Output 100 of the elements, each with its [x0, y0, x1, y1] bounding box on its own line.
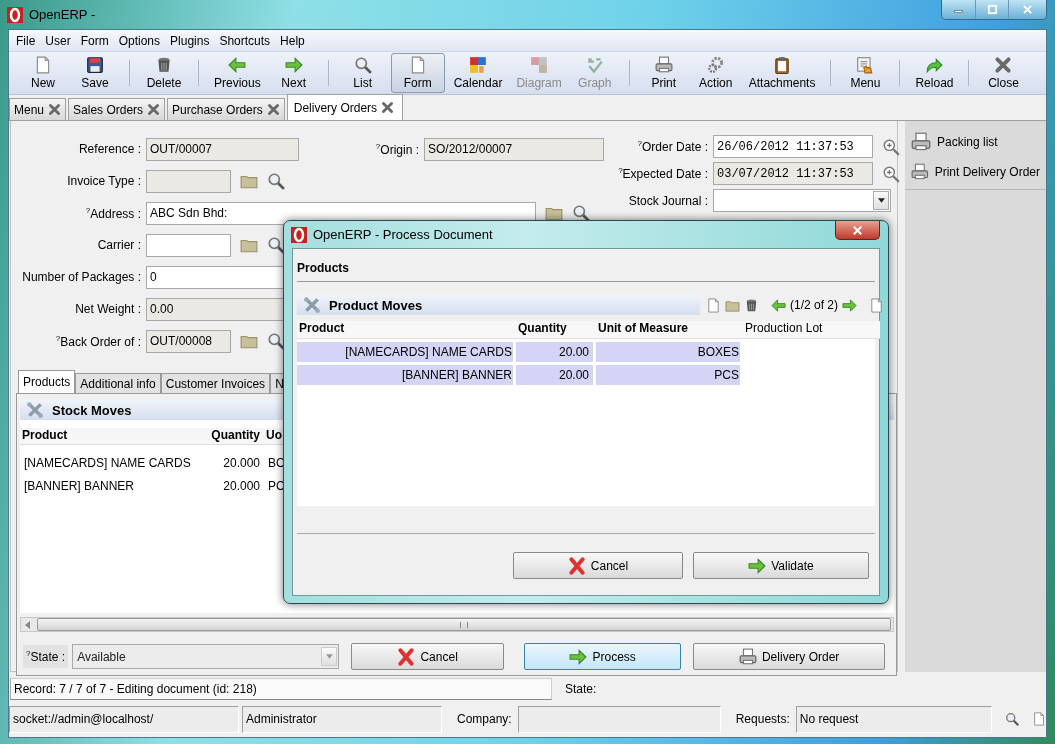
document-icon: [1031, 710, 1046, 728]
menu-item[interactable]: Form: [75, 33, 114, 48]
tab-label[interactable]: Menu: [14, 102, 45, 117]
trash-can-icon: [744, 297, 759, 313]
left-arrow-icon: [228, 56, 247, 74]
field-label: $^{?}$Address :: [84, 205, 142, 221]
cancel-button[interactable]: Cancel: [513, 552, 683, 579]
date-field[interactable]: 26/06/2012 11:37:53: [713, 135, 873, 158]
tab[interactable]: Products: [18, 370, 76, 393]
validate-button[interactable]: Validate: [693, 552, 869, 579]
graph-icon: [585, 56, 604, 74]
table-cell: [NAMECARDS] NAME CARDS: [297, 342, 513, 362]
column-header[interactable]: Product: [297, 321, 516, 339]
column-header[interactable]: Product: [20, 428, 188, 445]
printer-icon: [654, 56, 673, 74]
tab[interactable]: Customer Invoices: [160, 373, 271, 393]
close-icon: [852, 224, 863, 236]
tab[interactable]: Purchase Orders: [167, 98, 285, 120]
menu-item[interactable]: File: [11, 33, 41, 48]
toolbar-button[interactable]: New: [17, 52, 69, 94]
dialog-title: OpenERP - Process Document: [313, 227, 493, 242]
right-arrow-icon: [284, 56, 303, 74]
close-button[interactable]: [835, 221, 880, 240]
menu-item[interactable]: User: [40, 33, 76, 48]
dropdown-field[interactable]: Available: [72, 644, 340, 669]
dropdown-arrow-icon: [877, 198, 885, 203]
column-header[interactable]: Quantity: [188, 428, 264, 445]
printer-icon: [911, 132, 931, 152]
field-label: Reference :: [77, 142, 142, 156]
tools-icon: [26, 401, 44, 419]
clipboard-icon: [773, 56, 792, 74]
toolbar-button[interactable]: Print: [637, 52, 690, 94]
table-cell: 20.00: [516, 342, 593, 362]
right-arrow-icon: [569, 647, 588, 666]
menu-item[interactable]: Options: [113, 33, 166, 48]
toolbar-button[interactable]: Attachments: [741, 52, 823, 94]
table-cell-text: [BANNER] BANNER: [23, 477, 136, 495]
date-field[interactable]: 03/07/2012 11:37:53: [713, 162, 873, 185]
minimize-button[interactable]: [942, 0, 975, 19]
input-field[interactable]: OUT/00008: [146, 329, 231, 353]
field-label: Stock Journal :: [627, 193, 709, 208]
table-cell: [BANNER] BANNER: [297, 365, 513, 385]
delivery-order-button[interactable]: Delivery Order: [693, 643, 886, 670]
sidebar-action[interactable]: Packing list: [905, 127, 1046, 157]
cross-icon: [567, 556, 586, 575]
menu-item[interactable]: Shortcuts: [214, 33, 276, 48]
close-icon: [48, 103, 62, 116]
dropdown-field[interactable]: [713, 189, 891, 212]
input-field[interactable]: OUT/00007: [146, 137, 299, 161]
tab[interactable]: Menu: [9, 98, 67, 120]
tab[interactable]: Additional info: [75, 373, 161, 393]
app-logo-icon: [291, 226, 307, 243]
close-icon: [1022, 4, 1033, 15]
column-header[interactable]: Unit of Measure: [596, 321, 743, 339]
menu-item[interactable]: Plugins: [165, 33, 215, 48]
section-title: Products: [297, 261, 350, 275]
field-label: Invoice Type :: [66, 174, 142, 188]
toolbar-button[interactable]: Action: [689, 52, 742, 94]
right-arrow-icon: [748, 556, 767, 575]
tab-label[interactable]: Purchase Orders: [172, 102, 263, 117]
toolbar-button[interactable]: Menu: [839, 52, 892, 94]
gears-icon: [706, 56, 725, 74]
process-button[interactable]: Process: [524, 643, 682, 670]
toolbar-button[interactable]: Next: [267, 52, 320, 94]
tab-label[interactable]: Delivery Orders: [293, 100, 378, 115]
table-cell-text: 20.000: [222, 477, 261, 495]
toolbar-button[interactable]: Calendar: [446, 52, 510, 94]
input-field[interactable]: [146, 169, 231, 193]
toolbar-button[interactable]: Save: [69, 52, 121, 94]
list-title: Stock Moves: [52, 402, 132, 418]
field-label: $^{?}$Expected Date :: [617, 166, 709, 181]
toolbar-button[interactable]: List: [336, 52, 389, 94]
new-record-icon: [706, 297, 721, 313]
printer-icon: [738, 647, 757, 666]
field-label: $^{?}$Origin :: [374, 141, 420, 157]
toolbar-button[interactable]: Previous: [207, 52, 268, 94]
column-header[interactable]: Quantity: [516, 321, 596, 339]
toolbar-button[interactable]: Delete: [138, 52, 190, 94]
maximize-button[interactable]: [975, 0, 1008, 19]
cancel-button[interactable]: Cancel: [351, 643, 505, 670]
toolbar-button[interactable]: Close: [977, 52, 1030, 94]
column-header[interactable]: Production Lot: [743, 321, 880, 339]
toolbar-button[interactable]: Reload: [908, 52, 961, 94]
input-field[interactable]: [146, 233, 231, 257]
tab[interactable]: Sales Orders: [68, 98, 166, 120]
tab[interactable]: Delivery Orders: [286, 94, 404, 120]
search-icon: [267, 332, 285, 350]
field-label: $^{?}$Back Order of :: [54, 333, 142, 349]
left-arrow-icon[interactable]: [25, 620, 31, 629]
zoom-icon: [882, 137, 900, 156]
search-icon: [267, 236, 285, 254]
menu-item[interactable]: Help: [275, 33, 310, 48]
sidebar-action[interactable]: Print Delivery Order: [905, 157, 1046, 187]
tab-label[interactable]: Sales Orders: [73, 102, 144, 117]
toolbar-button[interactable]: Form: [390, 53, 445, 93]
diagram-icon: [530, 56, 549, 74]
scrollbar[interactable]: [20, 617, 894, 632]
field-label: Number of Packages :: [21, 270, 142, 284]
window-title: OpenERP -: [29, 7, 96, 22]
input-field[interactable]: SO/2012/00007: [424, 137, 604, 161]
